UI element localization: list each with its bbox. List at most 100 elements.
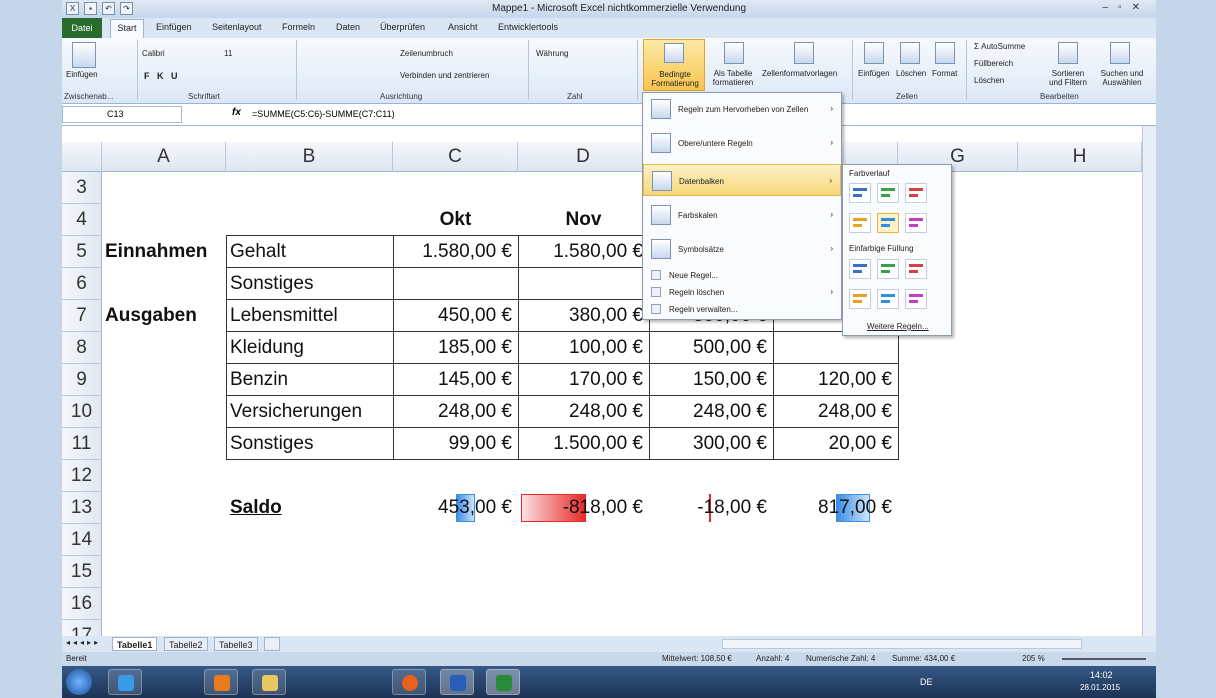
redo-icon[interactable]: ↷ [120,2,133,15]
databar-gradient-red[interactable] [905,183,927,203]
clock-time[interactable]: 14:02 [1090,670,1113,680]
excel-icon[interactable]: X [66,2,79,15]
sheet-tab-3[interactable]: Tabelle3 [214,637,258,651]
sheet-tab-2[interactable]: Tabelle2 [164,637,208,651]
name-box[interactable]: C13 [62,106,182,123]
format-cells-button[interactable]: Format [932,69,957,78]
insert-cells-icon[interactable] [864,42,884,64]
font-name-select[interactable]: Calibri [142,49,165,58]
row-header-13[interactable]: 13 [62,492,102,524]
sort-filter-button[interactable]: Sortieren und Filtern [1044,69,1092,87]
databar-gradient-blue[interactable] [849,183,871,203]
cell-e8[interactable]: 500,00 € [649,332,773,364]
row-header-14[interactable]: 14 [62,524,102,556]
label-lebensmittel[interactable]: Lebensmittel [230,300,338,332]
taskbar-media[interactable] [204,669,238,695]
language-indicator[interactable]: DE [920,677,933,687]
delete-cells-button[interactable]: Löschen [896,69,926,78]
autosum-button[interactable]: Σ AutoSumme [974,42,1025,51]
header-okt[interactable]: Okt [393,204,518,236]
sheet-tab-1[interactable]: Tabelle1 [112,637,158,651]
tab-formulas[interactable]: Formeln [282,22,315,32]
menu-item-data-bars[interactable]: Datenbalken › [643,164,841,196]
label-versicherungen[interactable]: Versicherungen [230,396,362,428]
save-icon[interactable]: ▪ [84,2,97,15]
row-header-8[interactable]: 8 [62,332,102,364]
cell-d8[interactable]: 100,00 € [518,332,649,364]
cell-f13[interactable]: 817,00 € [773,492,898,524]
tab-view[interactable]: Ansicht [448,22,478,32]
more-rules-link[interactable]: Weitere Regeln... [867,322,929,331]
databar-solid-purple[interactable] [905,289,927,309]
tab-file[interactable]: Datei [62,18,102,38]
cell-e10[interactable]: 248,00 € [649,396,773,428]
cell-styles-icon[interactable] [794,42,814,64]
row-header-7[interactable]: 7 [62,300,102,332]
label-gehalt[interactable]: Gehalt [230,236,286,268]
sheet-nav-arrows[interactable]: ◂◂◂▸▸ [66,638,101,647]
cell-c9[interactable]: 145,00 € [393,364,518,396]
databar-solid-blue[interactable] [849,259,871,279]
label-einnahmen[interactable]: Einnahmen [105,236,207,268]
databar-gradient-green[interactable] [877,183,899,203]
column-header-h[interactable]: H [1018,142,1142,172]
formula-input[interactable]: =SUMME(C5:C6)-SUMME(C7:C11) [252,109,395,119]
label-ausgaben[interactable]: Ausgaben [105,300,197,332]
bold-button[interactable]: F K U [144,71,178,81]
row-header-3[interactable]: 3 [62,172,102,204]
vertical-scrollbar[interactable] [1142,126,1156,636]
tab-developer[interactable]: Entwicklertools [498,22,558,32]
format-as-table-button[interactable]: Als Tabelle formatieren [708,69,758,87]
cell-e13[interactable]: -18,00 € [649,492,773,524]
window-controls[interactable]: –▫✕ [1103,2,1151,13]
label-benzin[interactable]: Benzin [230,364,288,396]
label-sonstiges-expense[interactable]: Sonstiges [230,428,313,460]
find-select-button[interactable]: Suchen und Auswählen [1096,69,1148,87]
taskbar-firefox[interactable] [392,669,426,695]
cell-c5[interactable]: 1.580,00 € [393,236,518,268]
cell-e11[interactable]: 300,00 € [649,428,773,460]
horizontal-scrollbar[interactable] [722,639,1082,649]
format-cells-icon[interactable] [935,42,955,64]
column-header-a[interactable]: A [102,142,226,172]
zoom-slider[interactable] [1062,658,1146,660]
row-header-15[interactable]: 15 [62,556,102,588]
clear-button[interactable]: Löschen [974,76,1004,85]
select-all-corner[interactable] [62,142,102,172]
undo-icon[interactable]: ↶ [102,2,115,15]
cell-c7[interactable]: 450,00 € [393,300,518,332]
cell-c11[interactable]: 99,00 € [393,428,518,460]
start-button[interactable] [66,669,92,695]
menu-item-highlight-rules[interactable]: Regeln zum Hervorheben von Zellen › [643,93,841,125]
cell-c8[interactable]: 185,00 € [393,332,518,364]
sort-filter-icon[interactable] [1058,42,1078,64]
databar-solid-orange[interactable] [849,289,871,309]
conditional-formatting-button[interactable]: Bedingte Formatierung [643,39,705,91]
label-sonstiges-income[interactable]: Sonstiges [230,268,313,300]
cell-d7[interactable]: 380,00 € [518,300,649,332]
merge-center-button[interactable]: Verbinden und zentrieren [400,71,489,80]
insert-cells-button[interactable]: Einfügen [858,69,890,78]
row-header-16[interactable]: 16 [62,588,102,620]
worksheet-grid[interactable]: A B C D G H 3 4 5 6 7 8 9 10 11 12 13 14… [62,126,1156,636]
column-header-c[interactable]: C [393,142,518,172]
databar-solid-green[interactable] [877,259,899,279]
databar-gradient-lightblue[interactable] [877,213,899,233]
cell-f11[interactable]: 20,00 € [773,428,898,460]
new-sheet-icon[interactable] [264,637,280,651]
databar-solid-lightblue[interactable] [877,289,899,309]
menu-item-icon-sets[interactable]: Symbolsätze › [643,233,841,265]
tab-start[interactable]: Start [110,19,144,38]
format-as-table-icon[interactable] [724,42,744,64]
cell-styles-button[interactable]: Zellenformatvorlagen [762,69,837,78]
zoom-level[interactable]: 205 % [1022,654,1045,663]
number-format-select[interactable]: Währung [536,49,568,58]
row-header-12[interactable]: 12 [62,460,102,492]
label-kleidung[interactable]: Kleidung [230,332,304,364]
row-header-11[interactable]: 11 [62,428,102,460]
paste-icon[interactable] [72,42,96,68]
row-header-10[interactable]: 10 [62,396,102,428]
font-size-select[interactable]: 11 [224,49,232,58]
fx-icon[interactable]: fx [232,107,241,118]
taskbar-word[interactable] [440,669,474,695]
